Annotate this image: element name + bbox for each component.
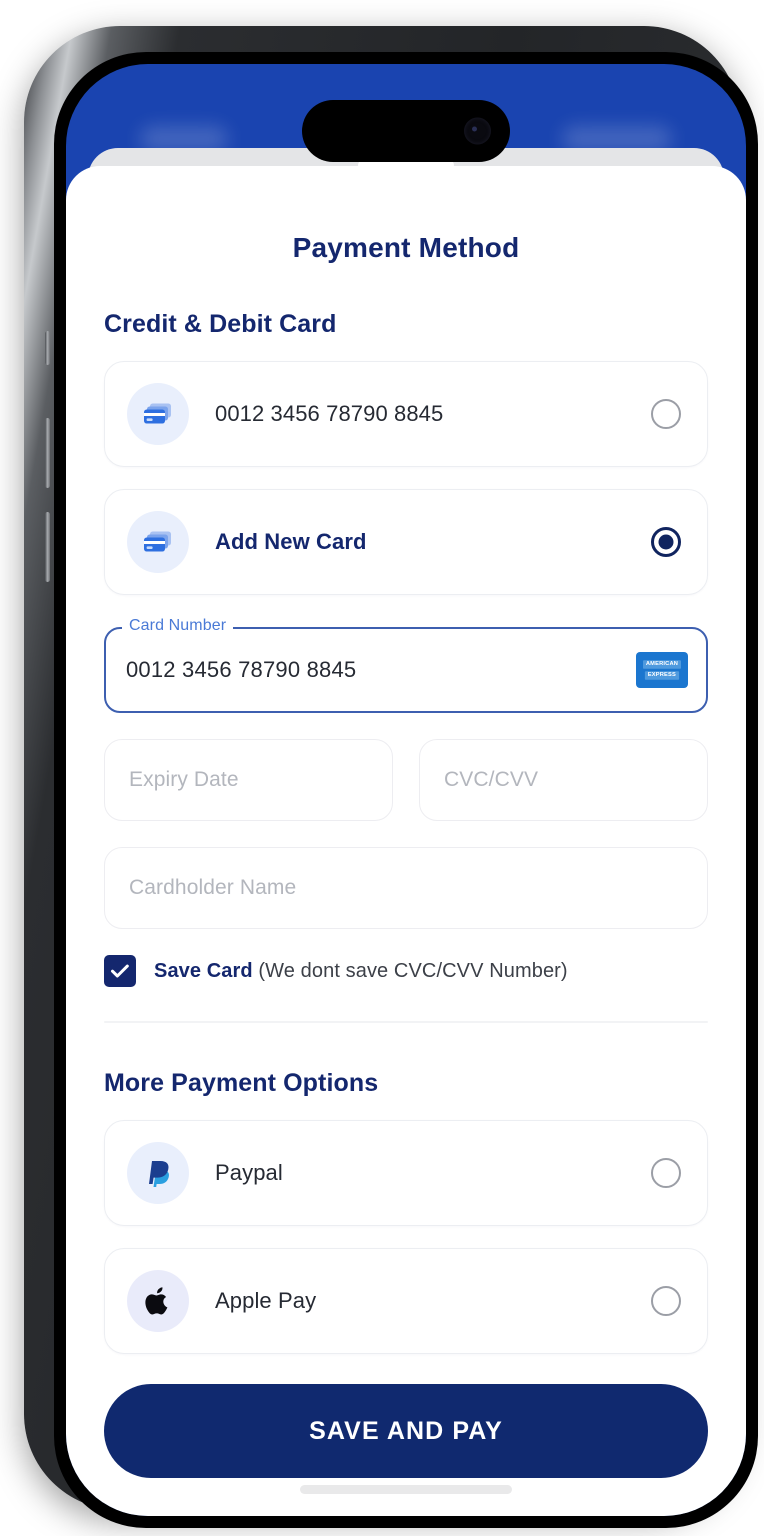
amex-line-1: AMERICAN	[643, 660, 681, 669]
save-card-label-note: (We dont save CVC/CVV Number)	[252, 959, 568, 982]
phone-screen: Payment Method Credit & Debit Card 0012 …	[66, 64, 746, 1516]
payment-option-label: Paypal	[215, 1160, 283, 1185]
save-card-label: Save Card (We dont save CVC/CVV Number)	[154, 960, 568, 983]
phone-device-frame: Payment Method Credit & Debit Card 0012 …	[24, 26, 758, 1528]
dynamic-island	[302, 100, 510, 162]
payment-method-sheet: Payment Method Credit & Debit Card 0012 …	[66, 166, 746, 1516]
cardholder-name-input[interactable]: Cardholder Name	[104, 847, 708, 929]
amex-line-2: EXPRESS	[645, 671, 679, 680]
more-payment-options-heading: More Payment Options	[104, 1069, 379, 1097]
card-number-label: Card Number	[122, 617, 234, 635]
card-number-input[interactable]: 0012 3456 78790 8845	[126, 657, 636, 683]
payment-option-label: Add New Card	[215, 529, 367, 554]
payment-option-add-new-card[interactable]: Add New Card	[104, 489, 708, 595]
save-card-label-bold: Save Card	[154, 959, 253, 982]
volume-down-button[interactable]	[45, 512, 50, 582]
camera-glint	[472, 126, 477, 132]
payment-option-paypal[interactable]: Paypal	[104, 1120, 708, 1226]
payment-option-apple-pay[interactable]: Apple Pay	[104, 1248, 708, 1354]
expiry-date-input[interactable]: Expiry Date	[104, 739, 393, 821]
cvc-cvv-input[interactable]: CVC/CVV	[419, 739, 708, 821]
payment-option-saved-card[interactable]: 0012 3456 78790 8845	[104, 361, 708, 467]
volume-up-button[interactable]	[45, 418, 50, 488]
home-indicator[interactable]	[300, 1485, 512, 1494]
silent-switch-button[interactable]	[45, 331, 50, 365]
radio-add-new-card[interactable]	[651, 527, 681, 557]
radio-paypal[interactable]	[651, 1158, 681, 1188]
save-card-checkbox[interactable]	[104, 955, 136, 987]
paypal-icon	[127, 1142, 189, 1204]
radio-apple-pay[interactable]	[651, 1286, 681, 1316]
apple-icon	[127, 1270, 189, 1332]
credit-debit-card-heading: Credit & Debit Card	[104, 310, 337, 338]
radio-saved-card[interactable]	[651, 399, 681, 429]
front-camera-icon	[464, 117, 491, 145]
card-number-field[interactable]: Card Number 0012 3456 78790 8845 AMERICA…	[104, 617, 708, 713]
payment-option-label: 0012 3456 78790 8845	[215, 401, 444, 426]
save-card-row[interactable]: Save Card (We dont save CVC/CVV Number)	[104, 955, 708, 987]
credit-card-icon	[127, 511, 189, 573]
save-and-pay-button[interactable]: SAVE AND PAY	[104, 1384, 708, 1478]
payment-option-label: Apple Pay	[215, 1288, 317, 1313]
expiry-cvc-row: Expiry Date CVC/CVV	[104, 739, 708, 821]
amex-logo: AMERICAN EXPRESS	[636, 652, 688, 688]
page-title: Payment Method	[292, 232, 520, 263]
credit-card-icon	[127, 383, 189, 445]
